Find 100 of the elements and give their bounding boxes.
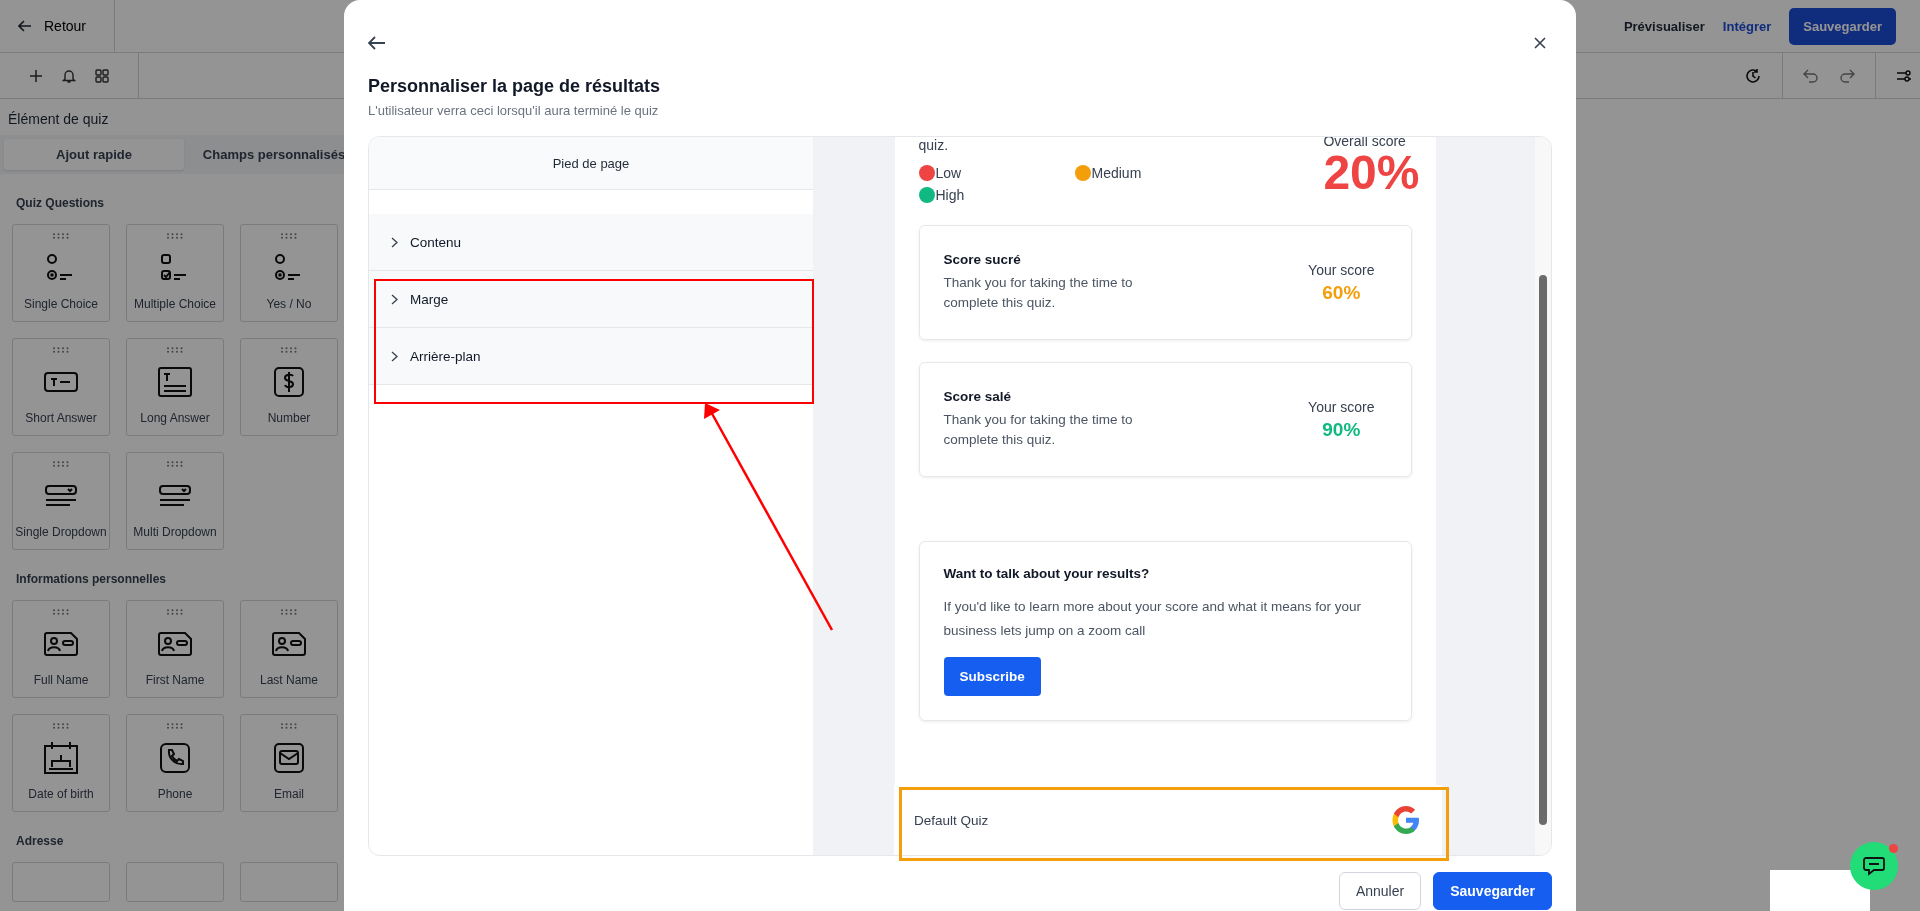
section-heading: Informations personnelles [15, 571, 168, 588]
modal-subtitle: L'utilisateur verra ceci lorsqu'il aura terminé le quiz [368, 103, 660, 118]
drag-handle-icon [52, 609, 70, 615]
redo-icon[interactable] [1839, 68, 1855, 83]
field-tile[interactable]: Long Answer [126, 338, 224, 436]
back-arrow-icon [18, 19, 32, 33]
score-value: 60% [1321, 281, 1362, 304]
drag-handle-icon [166, 723, 184, 729]
tile-label: Short Answer [25, 411, 97, 425]
tile-label: Multiple Choice [133, 297, 216, 311]
panel-title: Élément de quiz [7, 110, 110, 129]
accordion-row[interactable]: Contenu [369, 214, 813, 271]
section-heading: Adresse [15, 833, 65, 850]
dropdown-icon [44, 483, 78, 509]
g-logo-icon [1390, 804, 1422, 836]
field-tile[interactable]: Short Answer [12, 338, 110, 436]
field-tile[interactable]: Multiple Choice [126, 224, 224, 322]
accordion-row[interactable]: Marge [369, 271, 813, 328]
intro-text: quiz. [918, 137, 950, 153]
add-icon[interactable] [29, 68, 43, 83]
overall-score: 20% [1323, 149, 1420, 197]
tile-label: Email [274, 787, 304, 801]
cta-title: Want to talk about your results? [943, 566, 1151, 581]
dollar-icon [273, 366, 305, 398]
id-card-icon [157, 629, 193, 659]
drag-handle-icon [52, 461, 70, 467]
accordion-label: Contenu [410, 234, 462, 250]
legend-label: Low [935, 165, 962, 181]
section-heading: Quiz Questions [15, 195, 105, 212]
save-button[interactable]: Sauvegarder [1789, 7, 1896, 45]
field-tile[interactable]: Email [240, 714, 338, 812]
accordion-label: Arrière-plan [410, 348, 481, 364]
score-label: Your score [1308, 261, 1375, 278]
field-tile[interactable]: Phone [126, 714, 224, 812]
footer-text: Default Quiz [914, 812, 989, 828]
mail-icon [273, 742, 305, 774]
tab[interactable]: Champs personnalisés [184, 139, 364, 170]
drag-handle-icon [52, 723, 70, 729]
field-tile[interactable] [126, 862, 224, 902]
close-icon[interactable] [1534, 37, 1546, 49]
field-tile[interactable]: Multi Dropdown [126, 452, 224, 550]
drag-handle-icon [166, 609, 184, 615]
score-title: Score salé [943, 389, 1013, 404]
tile-label: First Name [145, 673, 205, 687]
field-tile[interactable]: Yes / No [240, 224, 338, 322]
accordion-label: Marge [410, 291, 449, 307]
score-text: Thank you for taking the time to complete this quiz. [943, 411, 1134, 449]
score-label: Your score [1308, 398, 1375, 415]
subscribe-button[interactable]: Subscribe [943, 657, 1041, 696]
chevron-icon [391, 236, 398, 248]
drag-handle-icon [52, 347, 70, 353]
tile-label: Number [267, 411, 311, 425]
history-icon[interactable] [1744, 66, 1762, 85]
tile-label: Phone [157, 787, 193, 801]
calendar-cake-icon [43, 741, 79, 775]
undo-icon[interactable] [1803, 68, 1819, 83]
chevron-icon [391, 293, 398, 305]
back-arrow-icon[interactable] [368, 36, 386, 50]
modal-title: Personnaliser la page de résultats [368, 76, 662, 97]
drag-handle-icon [280, 233, 298, 239]
back-button[interactable]: Retour [0, 0, 116, 52]
accordion-row[interactable]: Arrière-plan [369, 328, 813, 385]
chat-bubble-icon [1862, 855, 1886, 877]
drag-handle-icon [280, 347, 298, 353]
tile-label: Single Dropdown [15, 525, 107, 539]
grid-icon[interactable] [95, 68, 109, 83]
save-button[interactable]: Sauvegarder [1433, 872, 1552, 910]
tab[interactable]: Ajout rapide [4, 139, 184, 170]
chevron-icon [391, 350, 398, 362]
cancel-button[interactable]: Annuler [1338, 872, 1422, 910]
field-tile[interactable] [12, 862, 110, 902]
text-area-icon [157, 366, 193, 398]
phone-icon [159, 742, 191, 774]
preview-button[interactable]: Prévisualiser [1623, 18, 1705, 34]
settings-sliders-icon[interactable] [1896, 68, 1912, 83]
score-value: 90% [1321, 418, 1362, 441]
drag-handle-icon [166, 233, 184, 239]
chat-button[interactable] [1850, 842, 1898, 890]
drag-handle-icon [166, 461, 184, 467]
field-tile[interactable]: Last Name [240, 600, 338, 698]
embed-link[interactable]: Intégrer [1722, 18, 1772, 34]
cta-text: If you'd like to learn more about your score and what it means for your business lets jump on a zoom call [943, 598, 1363, 640]
tile-label: Long Answer [140, 411, 210, 425]
bell-icon[interactable] [62, 67, 76, 84]
tile-label: Multi Dropdown [133, 525, 217, 539]
field-tile[interactable]: First Name [126, 600, 224, 698]
tile-label: Last Name [260, 673, 318, 687]
field-tile[interactable]: Full Name [12, 600, 110, 698]
field-tile[interactable]: Single Dropdown [12, 452, 110, 550]
field-tile[interactable] [240, 862, 338, 902]
field-tile[interactable]: Number [240, 338, 338, 436]
panel-header: Pied de page [369, 137, 813, 190]
score-text: Thank you for taking the time to complete this quiz. [943, 274, 1134, 312]
field-tile[interactable]: Date of birth [12, 714, 110, 812]
drag-handle-icon [52, 233, 70, 239]
drag-handle-icon [280, 723, 298, 729]
scrollbar[interactable] [1535, 137, 1551, 855]
score-title: Score sucré [943, 252, 1022, 267]
id-card-icon [271, 629, 307, 659]
field-tile[interactable]: Single Choice [12, 224, 110, 322]
